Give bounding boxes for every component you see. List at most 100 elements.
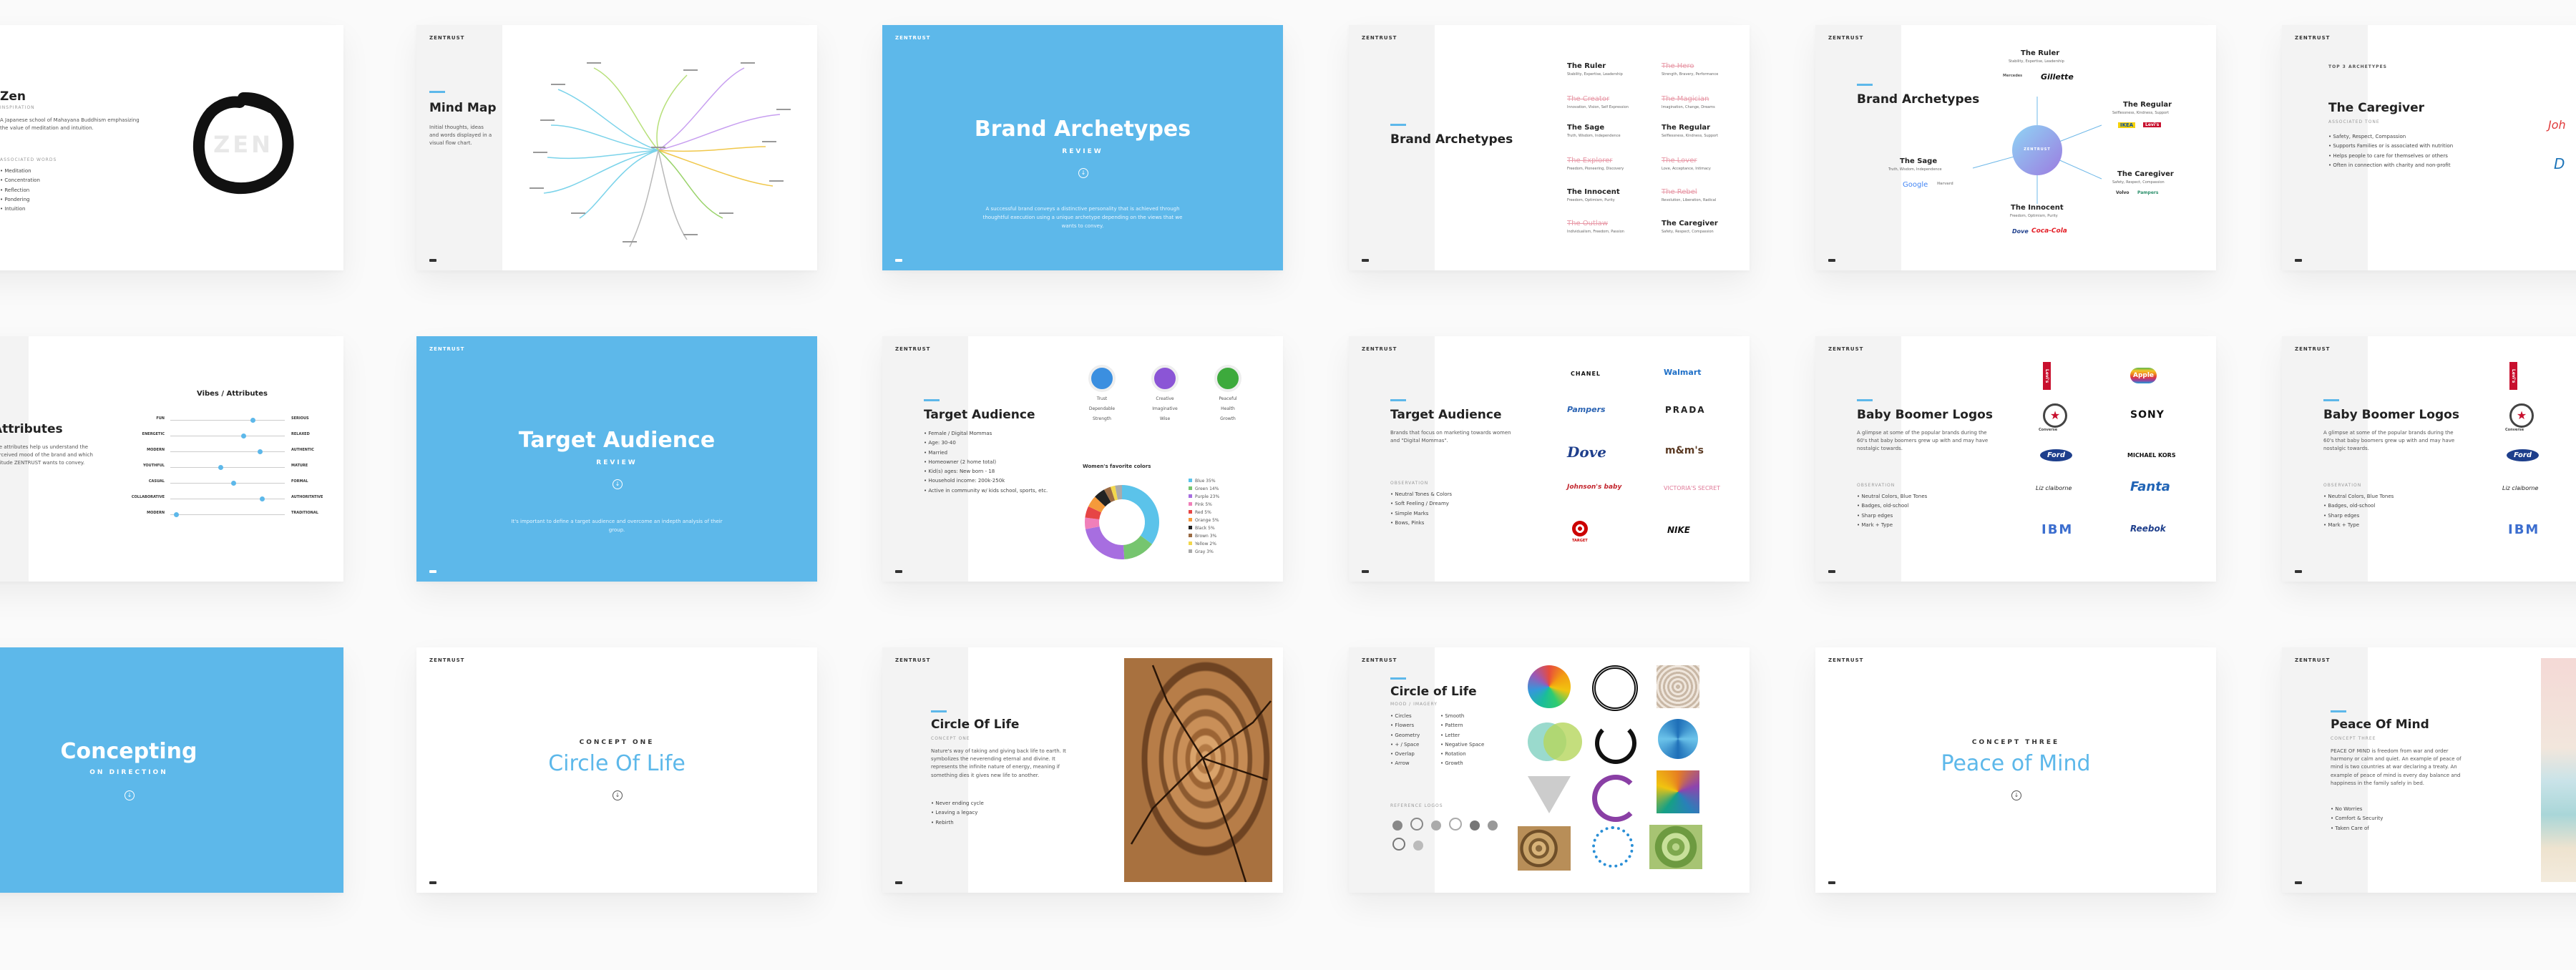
list-item: Reflection: [0, 186, 40, 195]
observation-heading: OBSERVATION: [1390, 481, 1429, 486]
slider-knob[interactable]: [257, 449, 263, 454]
chart-title: Women's favorite colors: [1083, 464, 1151, 469]
corner-mark: [895, 881, 902, 884]
legend-label: Brown 3%: [1195, 534, 1217, 539]
logo-chanel: CHANEL: [1571, 371, 1601, 377]
list-item: Never ending cycle: [931, 799, 983, 808]
slider-track[interactable]: [170, 420, 285, 421]
enso-circle-icon: ZEN: [190, 89, 297, 197]
logo-levis: Levi's: [2143, 122, 2162, 127]
logo-victorias-secret: VICTORIA'S SECRET: [1664, 485, 1721, 491]
color-swatch: [1214, 365, 1241, 392]
slide-circle-of-life-mood[interactable]: ZENTRUST Circle of Life MOOD / IMAGERY C…: [1349, 647, 1750, 893]
archetype-desc: Freedom, Optimism, Purity: [1567, 198, 1615, 202]
logo-ford: Ford: [2507, 449, 2540, 461]
brand-logo: ZENTRUST: [1828, 346, 1864, 352]
down-arrow-icon[interactable]: ↓: [613, 790, 623, 800]
logo-pampers: Pampers: [1567, 405, 1606, 414]
slider-track[interactable]: [170, 514, 285, 515]
logo-fanta: Fanta: [2130, 479, 2170, 494]
list-item: Married: [924, 449, 1048, 458]
logo-converse: Converse: [2039, 428, 2058, 432]
list-item: Letter: [1440, 731, 1484, 740]
slide-brand-archetypes-list[interactable]: ZENTRUST Brand Archetypes The Ruler Stab…: [1349, 25, 1750, 270]
archetype-name: The Magician: [1662, 95, 1709, 103]
slide-body: Brands that focus on marketing towards w…: [1390, 430, 1511, 444]
down-arrow-icon[interactable]: ↓: [2011, 790, 2021, 800]
slider-knob[interactable]: [218, 465, 224, 470]
archetype-desc: Innovation, Vision, Self Expression: [1567, 105, 1629, 109]
slider-knob[interactable]: [231, 481, 236, 486]
slide-target-audience-brands[interactable]: ZENTRUST Target Audience Brands that foc…: [1349, 336, 1750, 582]
accent-line: [924, 399, 940, 401]
slide-baby-boomer-logos[interactable]: ZENTRUST Baby Boomer Logos A glimpse at …: [1815, 336, 2216, 582]
slide-subtitle: CONCEPT THREE: [2331, 736, 2376, 741]
logo-mms: m&m's: [1665, 445, 1704, 456]
slider-knob[interactable]: [250, 418, 256, 423]
brand-logo: ZENTRUST: [2295, 35, 2331, 41]
slide-caregiver[interactable]: ZENTRUST TOP 3 ARCHETYPES The Caregiver …: [2282, 25, 2576, 270]
reference-logo-icon: [1392, 838, 1405, 851]
slide-concept-one[interactable]: ZENTRUST CONCEPT ONE Circle Of Life ↓: [416, 647, 817, 893]
down-arrow-icon[interactable]: ↓: [125, 790, 135, 800]
slide-concept-three[interactable]: ZENTRUST CONCEPT THREE Peace of Mind ↓: [1815, 647, 2216, 893]
brand-logo: ZENTRUST: [1828, 657, 1864, 663]
logo-coca-cola: Coca-Cola: [2031, 227, 2067, 235]
reference-logo-icon: [1449, 818, 1463, 831]
slide-brand-archetypes-diagram[interactable]: ZENTRUST Brand Archetypes ZENTRUST The R…: [1815, 25, 2216, 270]
accent-line: [429, 91, 445, 93]
reference-logo-icon: [1470, 820, 1480, 831]
slide-concepting[interactable]: Concepting ON DIRECTION ↓: [0, 647, 343, 893]
slide-body: PEACE OF MIND is freedom from war and or…: [2331, 748, 2462, 786]
list-item: Neutral Colors, Blue Tones: [1857, 492, 1927, 501]
slide-target-audience-profile[interactable]: ZENTRUST Target Audience Female / Digita…: [882, 336, 1283, 582]
node-name: The Regular: [2123, 101, 2172, 109]
archetype-desc: Revolution, Liberation, Radical: [1662, 198, 1717, 202]
color-swatch: [1151, 365, 1179, 392]
slider-row: MODERN AUTHENTIC: [0, 448, 343, 456]
slider-track[interactable]: [170, 483, 285, 484]
brand-logo: ZENTRUST: [895, 346, 931, 352]
legend-swatch: [1189, 479, 1192, 482]
slider-left-label: COLLABORATIVE: [131, 495, 165, 499]
slider-track[interactable]: [170, 467, 285, 468]
list-item: Pattern: [1440, 721, 1484, 730]
legend-swatch: [1189, 494, 1192, 498]
slider-track[interactable]: [170, 451, 285, 452]
slide-title: Zen: [0, 89, 26, 104]
slide-circle-of-life[interactable]: ZENTRUST Circle Of Life CONCEPT ONE Natu…: [882, 647, 1283, 893]
slide-target-audience-review[interactable]: ZENTRUST Target Audience REVIEW ↓ It's i…: [416, 336, 817, 582]
slide-title: Baby Boomer Logos: [1857, 408, 1993, 422]
down-arrow-icon[interactable]: ↓: [613, 479, 623, 489]
slider-right-label: MATURE: [291, 464, 308, 468]
slide-brand-archetypes-review[interactable]: ZENTRUST Brand Archetypes REVIEW ↓ A suc…: [882, 25, 1283, 270]
node-name: The Sage: [1900, 157, 1938, 165]
legend-swatch: [1189, 542, 1192, 545]
list-item: Active in community w/ kids school, spor…: [924, 486, 1048, 496]
list-item: Soft Feeling / Dreamy: [1390, 499, 1452, 509]
corner-mark: [895, 259, 902, 262]
logo-google: Google: [1903, 181, 1928, 189]
archetype-desc: Truth, Wisdom, Independence: [1567, 134, 1621, 138]
logo-converse: Converse: [2505, 428, 2524, 432]
list-item: Mark + Type: [2323, 521, 2394, 530]
archetype-desc: Selflessness, Kindness, Support: [1662, 134, 1719, 138]
slider-knob[interactable]: [260, 496, 265, 501]
slide-zen[interactable]: Zen INSPIRATION A Japanese school of Mah…: [0, 25, 343, 270]
slide-subtitle: INSPIRATION: [0, 105, 35, 110]
legend-label: Green 14%: [1195, 486, 1219, 491]
corner-mark: [429, 570, 436, 573]
legend-label: Orange 5%: [1195, 518, 1219, 523]
slider-knob[interactable]: [241, 433, 247, 439]
slider-right-label: RELAXED: [291, 432, 310, 436]
slide-baby-boomer-logos-2[interactable]: ZENTRUST Baby Boomer Logos A glimpse at …: [2282, 336, 2576, 582]
slider-knob[interactable]: [174, 512, 179, 517]
slide-vibes-attributes[interactable]: Attributes The attributes help us unders…: [0, 336, 343, 582]
reference-logos: [1390, 815, 1505, 856]
list-item: Neutral Tones & Colors: [1390, 490, 1452, 499]
list-item: Household income: 200k-250k: [924, 476, 1048, 486]
down-arrow-icon[interactable]: ↓: [1078, 168, 1088, 178]
center-circle: ZENTRUST: [2012, 125, 2062, 175]
slide-mind-map[interactable]: ZENTRUST Mind Map Initial thoughts, idea…: [416, 25, 817, 270]
slide-peace-of-mind[interactable]: ZENTRUST Peace Of Mind CONCEPT THREE PEA…: [2282, 647, 2576, 893]
